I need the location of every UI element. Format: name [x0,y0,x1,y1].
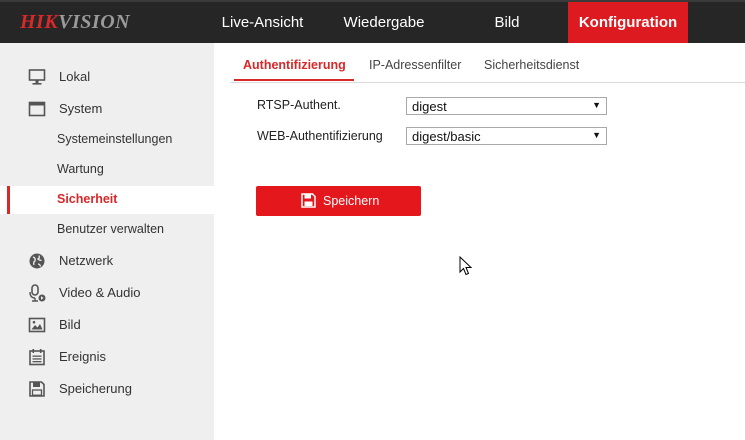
sidebar-item-image[interactable]: Bild [0,311,214,339]
tab-bar: Authentifizierung IP-Adressenfilter Sich… [230,50,745,83]
tab-ip-address-filter[interactable]: IP-Adressenfilter [369,58,461,72]
dropdown-arrow-icon: ▼ [592,100,601,110]
window-icon [28,101,46,117]
tab-security-service[interactable]: Sicherheitsdienst [484,58,579,72]
save-icon [301,193,316,208]
save-button-label: Speichern [323,194,380,208]
sidebar-item-security[interactable]: Sicherheit [0,186,214,214]
dropdown-arrow-icon: ▼ [592,130,601,140]
logo-text-red: HIK [20,11,59,33]
sidebar-item-label: Bild [59,317,81,332]
top-navigation-bar: HIKVISION Live-Ansicht Wiedergabe Bild K… [0,0,745,43]
web-auth-value: digest/basic [412,129,481,144]
hikvision-logo: HIKVISION [20,11,130,34]
web-auth-label: WEB-Authentifizierung [257,129,383,143]
globe-icon [29,253,45,269]
sidebar-item-video-audio[interactable]: Video & Audio [0,279,214,307]
nav-playback[interactable]: Wiedergabe [330,2,438,43]
sidebar-item-label: System [59,101,103,116]
sidebar-item-label: Netzwerk [59,253,114,268]
mouse-cursor-icon [459,256,473,276]
sidebar-item-label: Video & Audio [59,285,141,300]
microphone-icon [29,284,46,302]
image-icon [28,317,46,333]
sidebar-item-label: Speicherung [59,381,132,396]
monitor-icon [28,69,46,85]
active-tab-indicator [234,79,354,81]
logo-text-grey: VISION [58,11,131,33]
sidebar-item-label: Benutzer verwalten [57,222,165,236]
sidebar-item-storage[interactable]: Speicherung [0,375,214,403]
sidebar-item-label: Wartung [57,162,104,176]
web-auth-select[interactable]: digest/basic ▼ [406,127,607,145]
sidebar-item-label: Lokal [59,69,91,84]
nav-live-view[interactable]: Live-Ansicht [210,2,315,43]
tab-authentication[interactable]: Authentifizierung [243,58,346,72]
sidebar-item-user-management[interactable]: Benutzer verwalten [0,216,214,244]
nav-configuration[interactable]: Konfiguration [568,2,688,43]
sidebar-item-system-settings[interactable]: Systemeinstellungen [0,126,214,154]
floppy-icon [29,381,45,397]
sidebar: Lokal System Systemeinstellungen Wartung… [0,43,214,440]
save-button[interactable]: Speichern [256,186,421,216]
rtsp-auth-value: digest [412,99,447,114]
sidebar-item-local[interactable]: Lokal [0,63,214,91]
sidebar-item-event[interactable]: Ereignis [0,343,214,371]
sidebar-item-label: Systemeinstellungen [57,132,173,146]
rtsp-auth-select[interactable]: digest ▼ [406,97,607,115]
nav-picture[interactable]: Bild [466,2,548,43]
calendar-icon [29,349,45,366]
sidebar-item-system[interactable]: System [0,95,214,123]
sidebar-item-maintenance[interactable]: Wartung [0,156,214,184]
rtsp-auth-label: RTSP-Authent. [257,98,341,112]
sidebar-item-label: Sicherheit [57,192,118,206]
sidebar-item-network[interactable]: Netzwerk [0,247,214,275]
sidebar-item-label: Ereignis [59,349,106,364]
